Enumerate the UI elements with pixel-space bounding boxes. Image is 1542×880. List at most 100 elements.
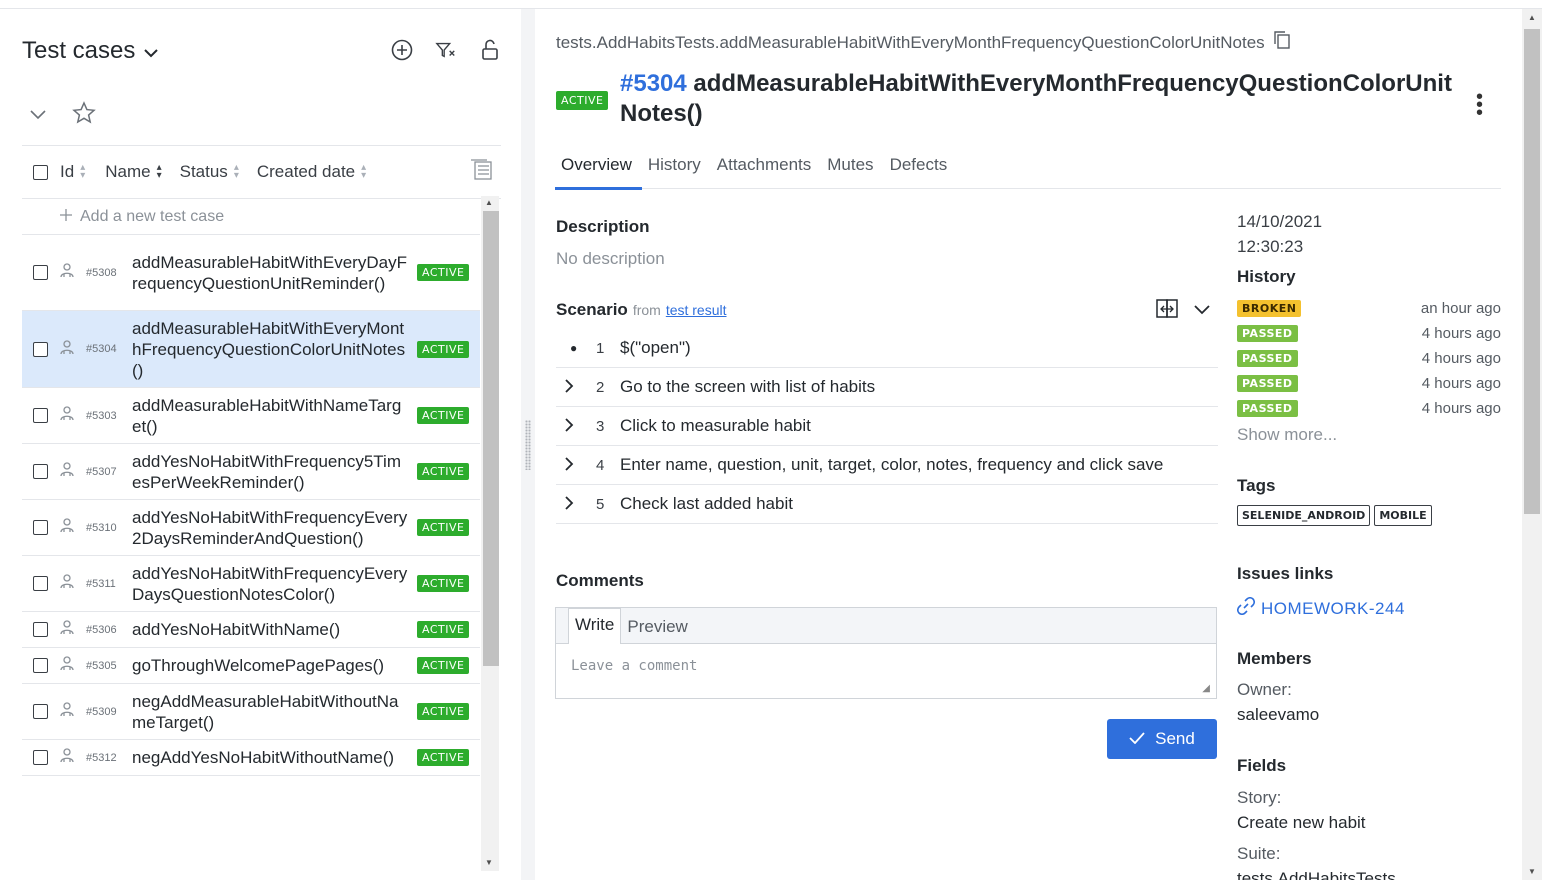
chevron-right-icon[interactable] bbox=[564, 417, 574, 435]
history-time: 4 hours ago bbox=[1421, 375, 1501, 392]
column-status[interactable]: Status ▴ ▾ bbox=[180, 162, 239, 182]
table-row[interactable]: #5303 addMeasurableHabitWithNameTarget() A… bbox=[22, 388, 480, 444]
comment-input[interactable]: Leave a comment bbox=[571, 658, 697, 674]
row-checkbox[interactable] bbox=[33, 704, 48, 719]
row-name: addYesNoHabitWithFrequency5TimesPerWeekR… bbox=[132, 451, 401, 492]
tab-preview[interactable]: Preview bbox=[621, 617, 693, 643]
row-checkbox[interactable] bbox=[33, 464, 48, 479]
scenario-step[interactable]: 4 Enter name, question, unit, target, col… bbox=[556, 446, 1218, 485]
row-checkbox[interactable] bbox=[33, 622, 48, 637]
row-id: #5304 bbox=[86, 343, 117, 355]
table-row[interactable]: #5310 addYesNoHabitWithFrequencyEvery2Day… bbox=[22, 500, 480, 556]
chevron-right-icon[interactable] bbox=[564, 378, 574, 396]
resize-handle-icon[interactable]: ◢ bbox=[1202, 683, 1210, 694]
add-test-case-label: Add a new test case bbox=[80, 207, 225, 225]
column-settings-icon[interactable] bbox=[469, 158, 493, 186]
history-item[interactable]: BROKEN an hour ago bbox=[1237, 296, 1501, 321]
tab-overview[interactable]: Overview bbox=[555, 155, 642, 190]
tab-history[interactable]: History bbox=[642, 155, 711, 189]
scrollbar-thumb[interactable] bbox=[483, 211, 499, 666]
row-checkbox[interactable] bbox=[33, 265, 48, 280]
filter-row bbox=[30, 101, 96, 130]
status-badge: ACTIVE bbox=[417, 264, 470, 281]
history-item[interactable]: PASSED 4 hours ago bbox=[1237, 371, 1501, 396]
table-row[interactable]: #5309 negAddMeasurableHabitWithoutNameTar… bbox=[22, 684, 480, 740]
list-scrollbar[interactable]: ▲ ▼ bbox=[481, 196, 499, 871]
history-item[interactable]: PASSED 4 hours ago bbox=[1237, 346, 1501, 371]
row-name: negAddMeasurableHabitWithoutNameTarget() bbox=[132, 691, 399, 732]
scroll-up-icon[interactable]: ▲ bbox=[1528, 13, 1536, 22]
scenario-step[interactable]: ● 1 $("open") bbox=[556, 329, 1218, 368]
select-all-checkbox[interactable] bbox=[33, 164, 48, 180]
table-row[interactable]: #5305 goThroughWelcomePagePages() ACTIVE bbox=[22, 648, 480, 684]
show-more-link[interactable]: Show more... bbox=[1237, 425, 1337, 445]
clear-filter-icon[interactable] bbox=[435, 39, 457, 61]
add-test-case-row[interactable]: Add a new test case bbox=[22, 199, 480, 235]
scenario-step[interactable]: 2 Go to the screen with list of habits bbox=[556, 368, 1218, 407]
history-item[interactable]: PASSED 4 hours ago bbox=[1237, 321, 1501, 346]
expand-all-icon[interactable] bbox=[1193, 303, 1211, 321]
table-row[interactable]: #5311 addYesNoHabitWithFrequencyEveryDays… bbox=[22, 556, 480, 612]
manual-test-icon bbox=[59, 461, 75, 482]
status-badge: ACTIVE bbox=[417, 749, 470, 766]
scenario-step[interactable]: 5 Check last added habit bbox=[556, 485, 1218, 524]
status-badge: ACTIVE bbox=[417, 340, 470, 358]
table-row[interactable]: #5304 addMeasurableHabitWithEveryMonthFre… bbox=[22, 311, 480, 388]
row-checkbox[interactable] bbox=[33, 658, 48, 673]
table-row[interactable]: #5308 addMeasurableHabitWithEveryDayFrequ… bbox=[22, 235, 480, 311]
page-scrollbar[interactable]: ▲ ▼ bbox=[1522, 9, 1542, 880]
status-badge: ACTIVE bbox=[417, 621, 470, 638]
scroll-down-icon[interactable]: ▼ bbox=[1528, 867, 1536, 876]
row-checkbox[interactable] bbox=[33, 408, 48, 423]
table-row[interactable]: #5306 addYesNoHabitWithName() ACTIVE bbox=[22, 612, 480, 648]
panel-title[interactable]: Test cases bbox=[22, 37, 159, 65]
sort-icon: ▴ ▾ bbox=[233, 162, 239, 181]
row-id: #5307 bbox=[86, 465, 117, 478]
row-checkbox[interactable] bbox=[33, 520, 48, 535]
row-checkbox[interactable] bbox=[33, 750, 48, 765]
tab-attachments[interactable]: Attachments bbox=[711, 155, 822, 189]
column-id[interactable]: Id ▴ ▾ bbox=[60, 162, 85, 182]
detail-sidebar: 14/10/2021 12:30:23 History BROKEN an hou… bbox=[1236, 209, 1507, 880]
scenario-step[interactable]: 3 Click to measurable habit bbox=[556, 407, 1218, 446]
step-text: Click to measurable habit bbox=[620, 416, 811, 435]
star-icon[interactable] bbox=[72, 101, 96, 130]
created-time: 12:30:23 bbox=[1237, 237, 1304, 256]
scroll-down-icon[interactable]: ▼ bbox=[485, 858, 493, 867]
row-name: goThroughWelcomePagePages() bbox=[132, 656, 384, 675]
row-name: addYesNoHabitWithFrequencyEvery2DaysRemi… bbox=[132, 507, 408, 548]
manual-test-icon bbox=[59, 573, 75, 594]
tag-badge[interactable]: SELENIDE_ANDROID bbox=[1237, 505, 1371, 526]
link-icon bbox=[1236, 596, 1256, 620]
table-row[interactable]: #5312 negAddYesNoHabitWithoutName() ACTIVE bbox=[22, 740, 480, 776]
tab-defects[interactable]: Defects bbox=[884, 155, 958, 189]
scrollbar-thumb[interactable] bbox=[1524, 29, 1540, 514]
bullet-icon: ● bbox=[570, 341, 578, 355]
issue-link[interactable]: HOMEWORK-244 bbox=[1236, 596, 1405, 620]
tab-write[interactable]: Write bbox=[568, 608, 622, 644]
test-result-link[interactable]: test result bbox=[666, 302, 727, 318]
tab-mutes[interactable]: Mutes bbox=[821, 155, 883, 189]
history-item[interactable]: PASSED 4 hours ago bbox=[1237, 396, 1501, 421]
copy-icon[interactable] bbox=[1273, 31, 1291, 54]
send-button[interactable]: Send bbox=[1107, 719, 1217, 759]
column-name[interactable]: Name ▴ ▾ bbox=[105, 162, 161, 182]
chevron-right-icon[interactable] bbox=[564, 495, 574, 513]
row-checkbox[interactable] bbox=[33, 576, 48, 591]
add-circle-icon[interactable] bbox=[391, 39, 413, 61]
members-heading: Members bbox=[1237, 649, 1312, 668]
tag-badge[interactable]: MOBILE bbox=[1374, 505, 1432, 526]
table-row[interactable]: #5307 addYesNoHabitWithFrequency5TimesPer… bbox=[22, 444, 480, 500]
more-menu-icon[interactable]: • • • bbox=[1476, 87, 1483, 123]
compare-icon[interactable] bbox=[1155, 297, 1179, 326]
scroll-up-icon[interactable]: ▲ bbox=[485, 198, 493, 207]
resize-grip-icon[interactable] bbox=[525, 420, 531, 470]
scenario-from: from bbox=[632, 302, 661, 318]
chevron-right-icon[interactable] bbox=[564, 456, 574, 474]
collapse-chevron-icon[interactable] bbox=[30, 107, 46, 125]
unlock-icon[interactable] bbox=[479, 39, 501, 61]
column-created-date[interactable]: Created date ▴ ▾ bbox=[257, 162, 366, 182]
row-checkbox[interactable] bbox=[33, 341, 48, 357]
step-number: 4 bbox=[596, 456, 605, 474]
step-number: 5 bbox=[596, 495, 605, 513]
